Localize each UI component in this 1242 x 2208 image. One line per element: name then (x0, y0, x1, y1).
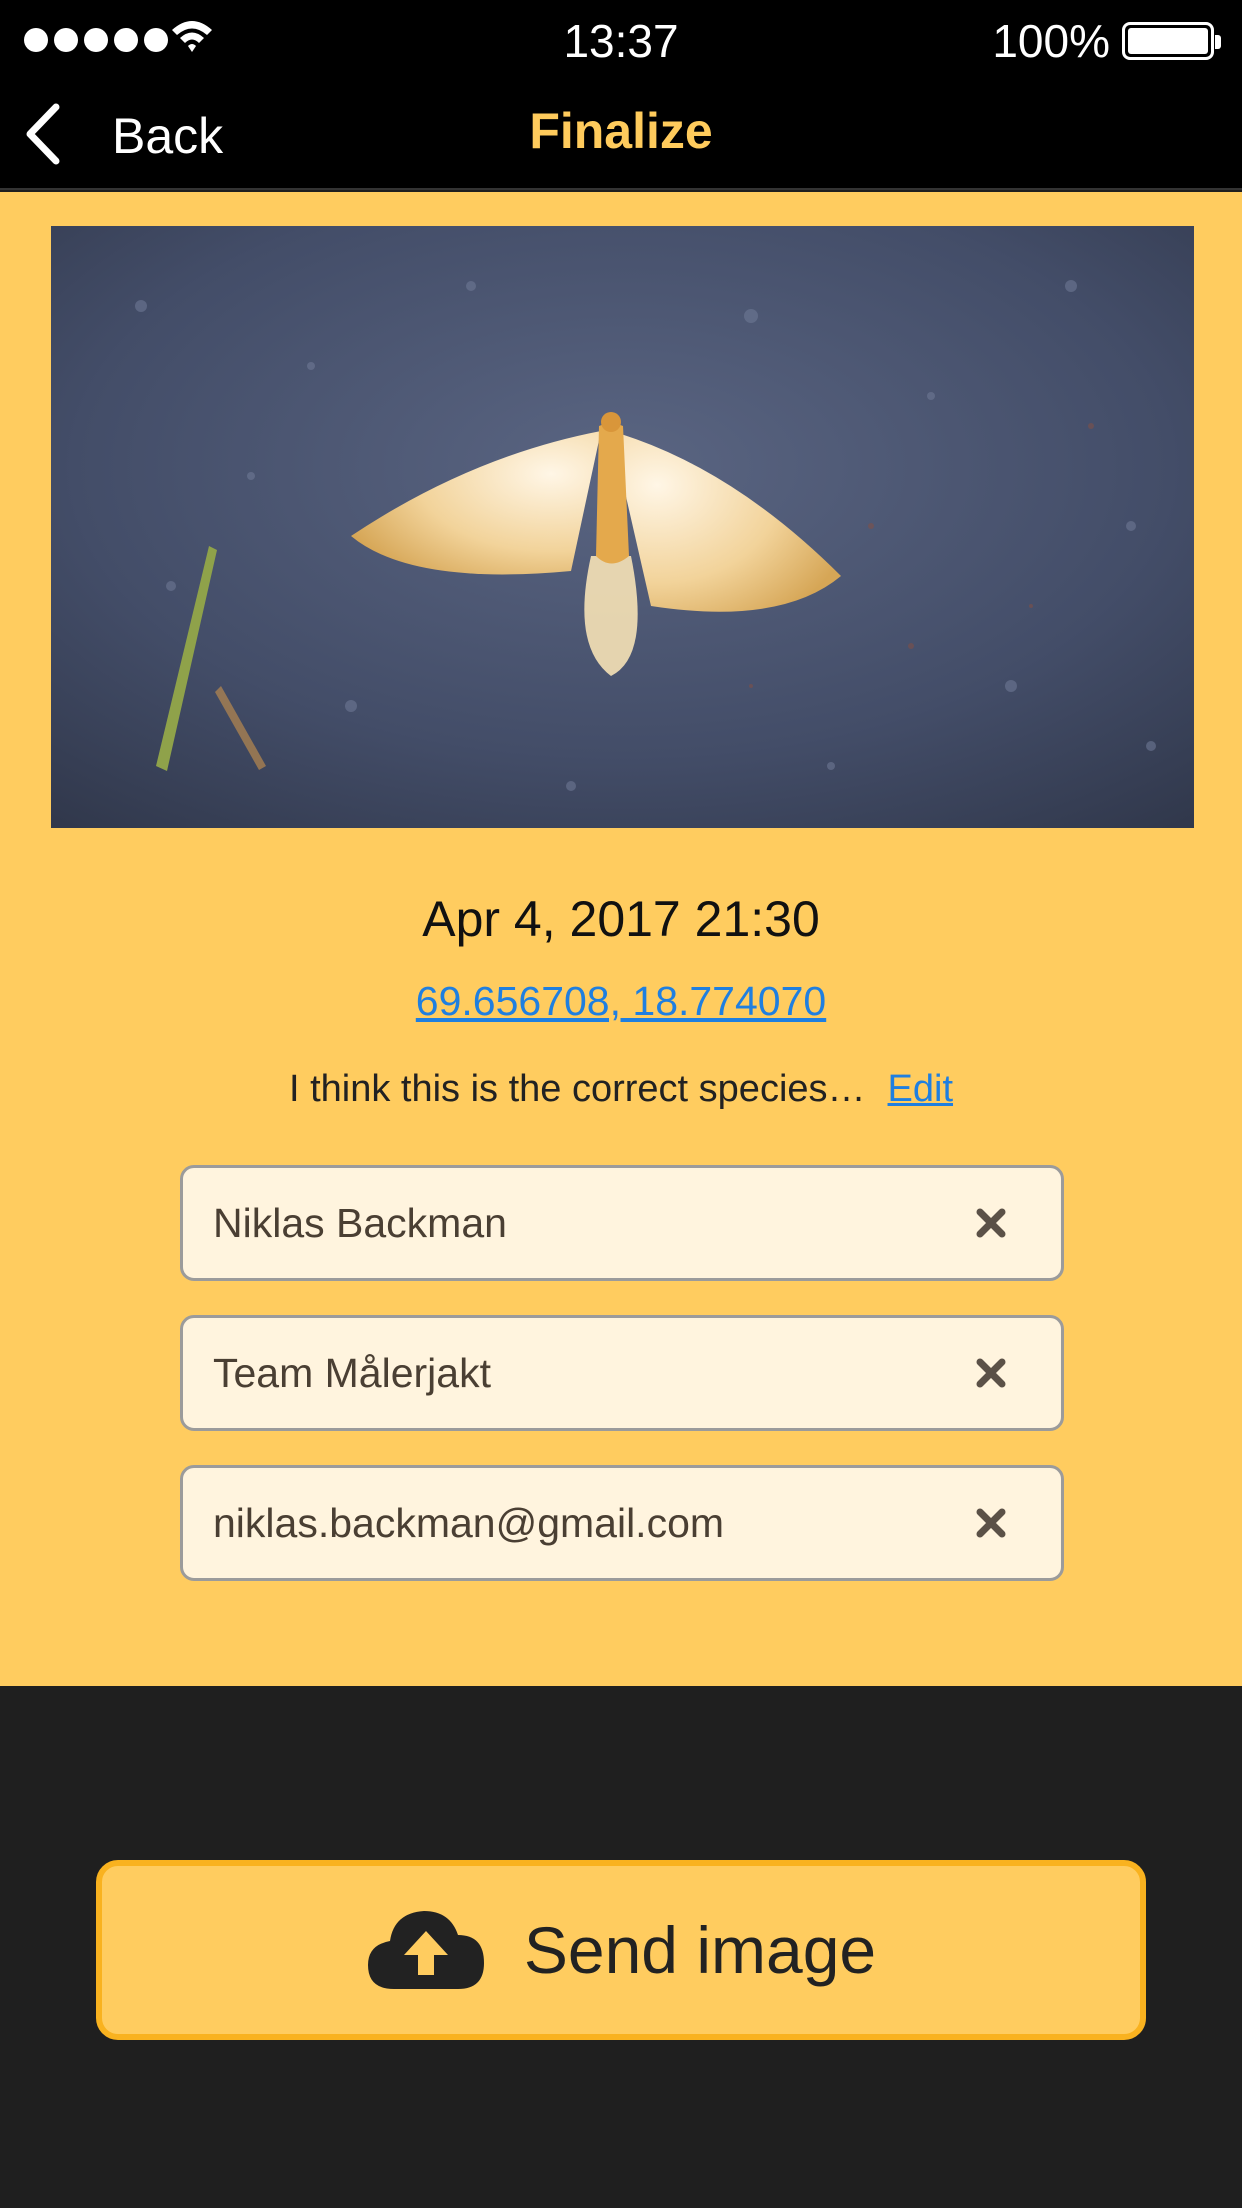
clear-team-icon[interactable] (961, 1343, 1021, 1403)
observation-photo (51, 226, 1194, 828)
team-input[interactable] (213, 1349, 961, 1397)
observation-datetime: Apr 4, 2017 21:30 (422, 891, 820, 947)
species-note: I think this is the correct species… (288, 1068, 866, 1110)
send-image-button[interactable]: Send image (96, 1860, 1146, 2040)
team-field (180, 1315, 1064, 1431)
send-image-label: Send image (523, 1913, 877, 1987)
coordinates-link[interactable]: 69.656708, 18.774070 (0, 978, 1242, 1025)
edit-species-link[interactable]: Edit (888, 1068, 953, 1110)
clear-name-icon[interactable] (961, 1193, 1021, 1253)
battery-percentage: 100% (992, 15, 1110, 67)
navigation-bar: Back Finalize (0, 80, 1242, 190)
email-input[interactable] (213, 1499, 961, 1547)
cloud-upload-icon (366, 1905, 486, 1996)
status-bar: 13:37 100% (0, 0, 1242, 80)
name-input[interactable] (213, 1199, 961, 1247)
content-panel: Apr 4, 2017 21:30 69.656708, 18.774070 I… (0, 192, 1242, 1686)
name-field (180, 1165, 1064, 1281)
species-note-row: I think this is the correct species… Edit (0, 1068, 1242, 1111)
battery-icon (1122, 22, 1221, 60)
email-field (180, 1465, 1064, 1581)
page-title: Finalize (529, 103, 713, 159)
clear-email-icon[interactable] (961, 1493, 1021, 1553)
